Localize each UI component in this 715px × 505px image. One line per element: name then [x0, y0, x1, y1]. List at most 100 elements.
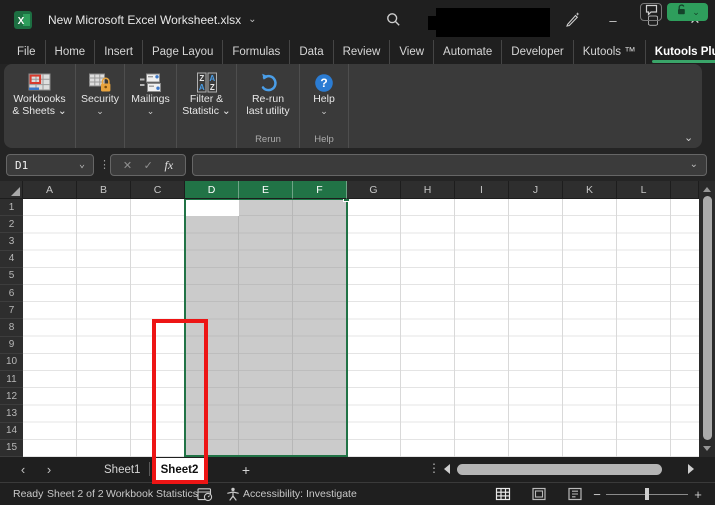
expand-formula-bar-icon[interactable]: ⌄	[690, 160, 698, 170]
column-header-partial[interactable]	[671, 181, 699, 199]
page-layout-view-button[interactable]	[529, 486, 549, 502]
horizontal-scrollbar-thumb[interactable]	[457, 464, 662, 475]
ribbon-group-re-run[interactable]: Re-run last utility Rerun	[237, 64, 300, 148]
ribbon-tab-insert[interactable]: Insert	[95, 40, 143, 64]
ribbon-tab-data[interactable]: Data	[290, 40, 334, 64]
column-header-g[interactable]: G	[347, 181, 401, 199]
accessibility-status[interactable]: Accessibility: Investigate	[243, 483, 357, 505]
sheet-nav-next-button[interactable]: ›	[40, 457, 58, 482]
ribbon-tab-kutools[interactable]: Kutools ™	[574, 40, 646, 64]
ribbon-tab-kutools-plu[interactable]: Kutools Plu	[646, 40, 715, 64]
zoom-out-button[interactable]: −	[591, 483, 603, 505]
scroll-up-icon[interactable]	[703, 187, 711, 192]
ink-pen-icon[interactable]	[564, 11, 581, 33]
comments-button[interactable]	[640, 3, 662, 21]
column-header-i[interactable]: I	[455, 181, 509, 199]
ribbon-group-security[interactable]: Security ⌄	[76, 64, 125, 148]
ribbon-tab-page-layou[interactable]: Page Layou	[143, 40, 224, 64]
row-header-1[interactable]: 1	[0, 199, 23, 217]
row-header-2[interactable]: 2	[0, 216, 23, 234]
horizontal-scrollbar[interactable]	[455, 464, 683, 475]
row-header-9[interactable]: 9	[0, 336, 23, 354]
enter-formula-button[interactable]: ✓	[144, 159, 153, 172]
column-header-j[interactable]: J	[509, 181, 563, 199]
share-button[interactable]: ⌄	[667, 3, 708, 21]
ribbon-group-mailings[interactable]: Mailings ⌄	[125, 64, 177, 148]
sheet-tab-divider	[149, 462, 150, 476]
document-title[interactable]: New Microsoft Excel Worksheet.xlsx ⌄	[48, 0, 257, 40]
excel-app-icon: X	[14, 11, 32, 29]
cells-area[interactable]	[23, 199, 699, 457]
svg-text:X: X	[18, 16, 25, 27]
collapse-ribbon-icon[interactable]: ⌄	[684, 131, 693, 144]
sheet-tab-sheet1[interactable]: Sheet1	[92, 457, 152, 482]
sheet-nav-prev-button[interactable]: ‹	[14, 457, 32, 482]
status-ready: Ready	[13, 488, 44, 500]
ribbon-tab-home[interactable]: Home	[46, 40, 96, 64]
accessibility-icon[interactable]	[226, 483, 240, 505]
formula-bar-row: D1 ⌄ ⋮ ✕ ✓ fx ⌄	[0, 149, 715, 181]
scroll-left-icon[interactable]	[444, 464, 450, 474]
column-header-c[interactable]: C	[131, 181, 185, 199]
row-header-13[interactable]: 13	[0, 405, 23, 423]
row-header-4[interactable]: 4	[0, 250, 23, 268]
spreadsheet-grid: A B C D E F G H I J K L 1 2 3 4 5 6 7 8 9 10 11 12 13 14 15	[0, 181, 715, 457]
active-cell-d1[interactable]	[185, 199, 239, 217]
column-header-a[interactable]: A	[23, 181, 77, 199]
ribbon-tab-file[interactable]: File	[8, 40, 46, 64]
ribbon-group-filter[interactable]: Z A A Z Filter & Statistic ⌄	[177, 64, 237, 148]
formula-input[interactable]: ⌄	[192, 154, 707, 176]
ribbon-group-workbooks[interactable]: Workbooks & Sheets ⌄	[4, 64, 76, 148]
security-icon	[88, 71, 113, 94]
name-box[interactable]: D1 ⌄	[6, 154, 94, 176]
add-sheet-button[interactable]: +	[236, 457, 256, 482]
row-header-15[interactable]: 15	[0, 439, 23, 457]
ribbon-group-label: Security	[81, 93, 119, 105]
mailings-icon	[138, 71, 163, 94]
ribbon-group-label: Help	[313, 93, 335, 105]
sheet-tab-sheet2[interactable]: Sheet2	[155, 458, 204, 482]
scroll-right-icon[interactable]	[688, 464, 694, 474]
column-header-f[interactable]: F	[293, 181, 347, 199]
scroll-down-icon[interactable]	[703, 446, 711, 451]
row-header-8[interactable]: 8	[0, 319, 23, 337]
ribbon-group-help[interactable]: ? Help ⌄ Help	[300, 64, 349, 148]
normal-view-button[interactable]	[493, 486, 513, 502]
minimize-button[interactable]: –	[596, 0, 630, 40]
zoom-in-button[interactable]: +	[692, 483, 704, 505]
ribbon-group-label: & Sheets ⌄	[12, 104, 67, 117]
page-break-view-button[interactable]	[565, 486, 585, 502]
ribbon-tab-automate[interactable]: Automate	[434, 40, 503, 64]
row-header-10[interactable]: 10	[0, 353, 23, 371]
ribbon-tab-review[interactable]: Review	[334, 40, 391, 64]
row-header-12[interactable]: 12	[0, 388, 23, 406]
cancel-formula-button[interactable]: ✕	[123, 159, 132, 172]
column-header-k[interactable]: K	[563, 181, 617, 199]
vertical-scrollbar[interactable]	[699, 181, 715, 457]
workbook-statistics-button[interactable]: Workbook Statistics	[106, 483, 198, 505]
row-header-6[interactable]: 6	[0, 285, 23, 303]
workbook-statistics-icon[interactable]	[197, 483, 213, 505]
ribbon-tab-view[interactable]: View	[390, 40, 435, 64]
row-header-14[interactable]: 14	[0, 422, 23, 440]
ribbon-tab-formulas[interactable]: Formulas	[223, 40, 291, 64]
select-all-button[interactable]	[0, 181, 23, 199]
column-header-b[interactable]: B	[77, 181, 131, 199]
column-header-d[interactable]: D	[185, 181, 239, 199]
column-header-l[interactable]: L	[617, 181, 671, 199]
row-header-3[interactable]: 3	[0, 233, 23, 251]
zoom-slider-thumb[interactable]	[645, 488, 649, 500]
row-header-11[interactable]: 11	[0, 371, 23, 389]
ribbon-group-label: Re-run	[251, 93, 285, 105]
status-sheet-info[interactable]: Sheet 2 of 2	[47, 483, 104, 505]
vertical-scrollbar-thumb[interactable]	[702, 196, 712, 440]
column-header-h[interactable]: H	[401, 181, 455, 199]
ribbon-tab-developer[interactable]: Developer	[502, 40, 574, 64]
column-header-e[interactable]: E	[239, 181, 293, 199]
ribbon-tab-row: File Home Insert Page Layou Formulas Data Revi…	[0, 40, 715, 64]
row-header-5[interactable]: 5	[0, 267, 23, 285]
insert-function-button[interactable]: fx	[165, 158, 174, 173]
ribbon-group-label: Mailings	[131, 93, 170, 105]
row-header-7[interactable]: 7	[0, 302, 23, 320]
search-icon[interactable]	[386, 12, 401, 32]
